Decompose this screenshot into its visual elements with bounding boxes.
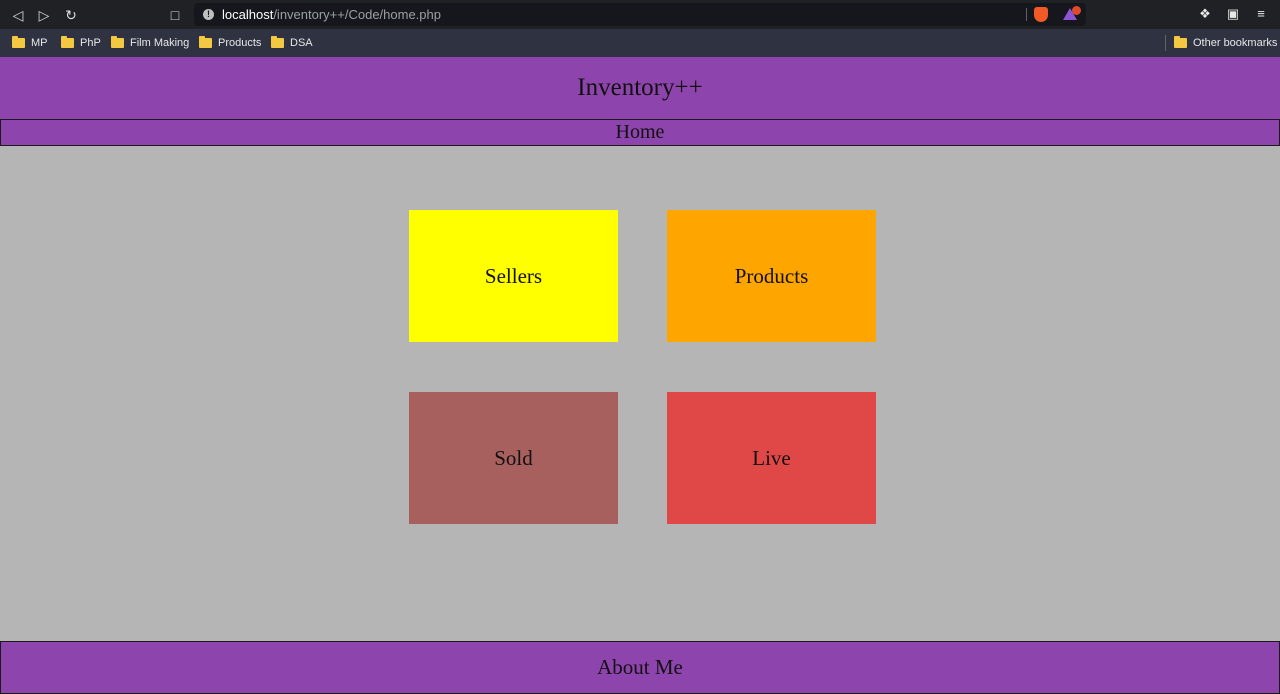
nav-home-link[interactable]: Home xyxy=(0,119,1280,146)
browser-toolbar: ◁ ▷ ↻ □ ! localhost/inventory++/Code/hom… xyxy=(0,0,1280,29)
bookmark-film-making[interactable]: Film Making xyxy=(111,35,189,51)
other-bookmarks[interactable]: Other bookmarks xyxy=(1174,35,1277,51)
folder-icon xyxy=(1174,36,1187,48)
about-me-link[interactable]: About Me xyxy=(0,641,1280,694)
products-tile[interactable]: Products xyxy=(667,210,876,342)
live-tile[interactable]: Live xyxy=(667,392,876,524)
sellers-tile[interactable]: Sellers xyxy=(409,210,618,342)
other-bookmarks-label: Other bookmarks xyxy=(1193,37,1278,49)
wallet-icon[interactable]: ▣ xyxy=(1225,6,1241,22)
forward-arrow-icon[interactable]: ▷ xyxy=(34,5,54,25)
address-bar[interactable]: ! localhost/inventory++/Code/home.php xyxy=(194,3,1086,26)
back-arrow-icon[interactable]: ◁ xyxy=(8,5,28,25)
page-title: Inventory++ xyxy=(0,57,1280,119)
bookmark-products[interactable]: Products xyxy=(199,35,261,51)
bookmark-icon[interactable]: □ xyxy=(165,5,185,25)
bookmark-mp[interactable]: MP xyxy=(12,35,48,51)
bookmark-dsa[interactable]: DSA xyxy=(271,35,313,51)
url-text[interactable]: localhost/inventory++/Code/home.php xyxy=(222,7,441,22)
folder-icon xyxy=(111,36,124,48)
sold-tile[interactable]: Sold xyxy=(409,392,618,524)
bookmarks-bar: MP PhP Film Making Products DSA Other bo… xyxy=(0,29,1280,57)
folder-icon xyxy=(61,36,74,48)
url-host: localhost xyxy=(222,7,274,22)
bookmark-label: DSA xyxy=(290,37,313,49)
address-divider xyxy=(1026,8,1027,21)
rewards-badge xyxy=(1072,6,1081,15)
bookmark-label: MP xyxy=(31,37,48,49)
brave-shields-icon[interactable] xyxy=(1034,7,1048,22)
extensions-icon[interactable]: ❖ xyxy=(1197,6,1213,22)
bookmark-label: Products xyxy=(218,37,262,49)
folder-icon xyxy=(199,36,212,48)
reload-icon[interactable]: ↻ xyxy=(61,5,81,25)
menu-icon[interactable]: ≡ xyxy=(1253,6,1269,22)
bookmark-php[interactable]: PhP xyxy=(61,35,101,51)
site-info-icon[interactable]: ! xyxy=(203,9,214,20)
bookmark-label: PhP xyxy=(80,37,101,49)
url-path: /inventory++/Code/home.php xyxy=(273,7,441,22)
folder-icon xyxy=(271,36,284,48)
folder-icon xyxy=(12,36,25,48)
bookmarks-divider xyxy=(1165,35,1166,51)
bookmark-label: Film Making xyxy=(130,37,190,49)
